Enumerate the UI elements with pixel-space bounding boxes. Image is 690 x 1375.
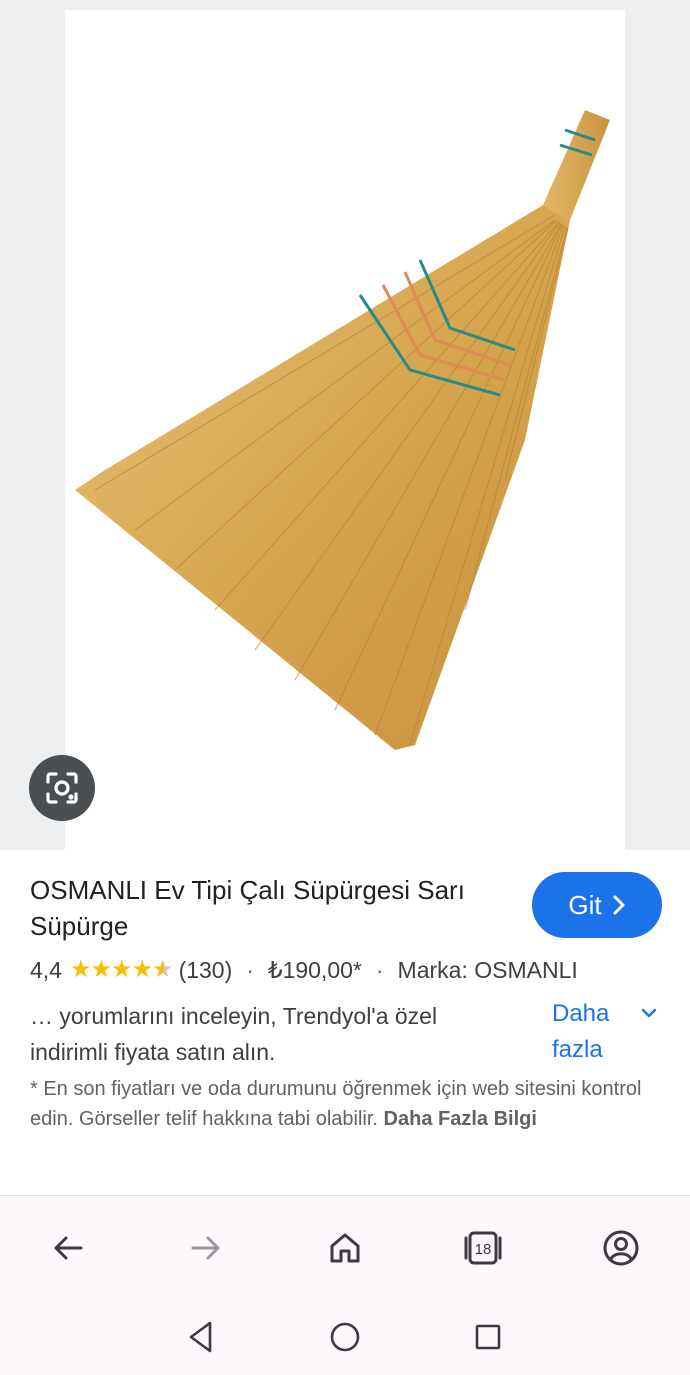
lens-icon [46,772,78,804]
home-button[interactable] [315,1218,375,1278]
system-back-button[interactable] [176,1312,226,1362]
result-meta-row: 4,4 ★ ★ ★ ★ ★ (130) · ₺190,00* · Marka: … [30,954,670,986]
half-star-icon: ★ [152,954,173,986]
broom-head [75,205,570,750]
chevron-right-icon [613,895,625,915]
more-link-label: Daha fazla [552,1000,610,1063]
home-icon [330,1233,360,1263]
account-icon [603,1230,639,1266]
browser-bottom-bar: 18 [0,1195,690,1302]
brand: Marka: OSMANLI [397,957,578,983]
result-info-panel: OSMANLI Ev Tipi Çalı Süpürgesi Sarı Süpü… [0,850,690,1195]
lens-search-button[interactable] [29,755,95,821]
product-image[interactable] [65,10,625,850]
result-description: … yorumlarını inceleyin, Trendyol'a özel… [30,1003,438,1065]
system-recents-button[interactable] [463,1312,513,1362]
back-button[interactable] [38,1218,98,1278]
price: ₺190,00* [267,957,362,983]
disclaimer: * En son fiyatları ve oda durumunu öğren… [30,1074,670,1134]
go-button-label: Git [568,889,602,920]
go-button[interactable]: Git [532,872,662,938]
star-icon: ★ [131,956,153,983]
chevron-down-svg [641,1008,657,1018]
account-button[interactable] [591,1218,651,1278]
disclaimer-text: * En son fiyatları ve oda durumunu öğren… [30,1078,642,1130]
chevron-down-icon[interactable] [640,1002,658,1025]
tabs-button[interactable]: 18 [453,1218,513,1278]
forward-button[interactable] [176,1218,236,1278]
separator-dot: · [375,957,384,983]
tab-count: 18 [475,1241,492,1258]
broom-handle [543,110,610,220]
rating-value: 4,4 [30,957,62,983]
more-info-link[interactable]: Daha Fazla Bilgi [384,1108,537,1130]
rating-stars: ★ ★ ★ ★ ★ [69,954,174,986]
product-image-area [0,0,690,850]
tabs-icon: 18 [464,1231,502,1265]
recents-square-icon [475,1324,501,1350]
review-count: (130) [178,957,233,983]
result-title[interactable]: OSMANLI Ev Tipi Çalı Süpürgesi Sarı Süpü… [30,872,510,944]
separator-dot: · [246,957,254,983]
more-link[interactable]: Daha fazla [552,996,622,1068]
forward-arrow-icon [191,1236,220,1260]
back-arrow-icon [54,1236,83,1260]
star-icon: ★ [69,956,91,983]
system-home-button[interactable] [320,1312,370,1362]
back-triangle-icon [189,1321,212,1353]
star-icon: ★ [90,956,112,983]
star-icon: ★ [111,956,132,983]
broom-illustration [75,110,610,750]
home-circle-icon [330,1322,360,1352]
system-nav-bar [0,1302,690,1375]
